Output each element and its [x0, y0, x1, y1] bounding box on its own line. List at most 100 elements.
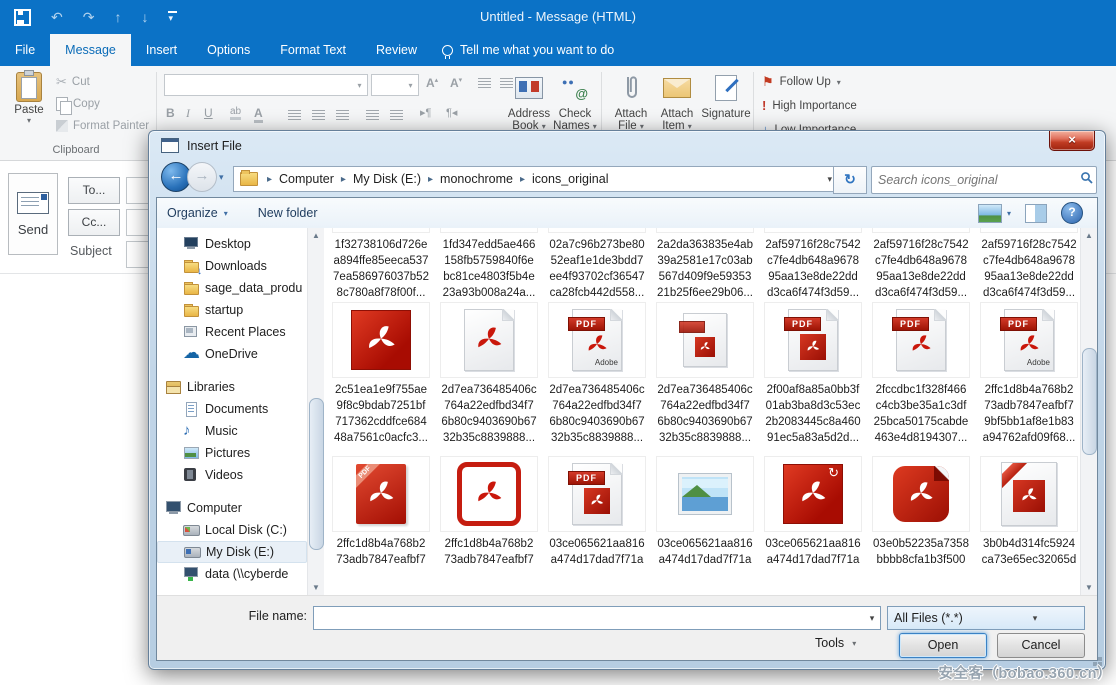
file-tile[interactable]: PDFAdobe2ffc1d8b4a768b273adb7847eafbf79b… — [980, 302, 1078, 446]
sidebar-item-sage-data-produ[interactable]: sage_data_produ — [157, 277, 307, 299]
file-tile[interactable]: PDF2ffc1d8b4a768b273adb7847eafbf7 — [332, 456, 430, 568]
address-book[interactable]: AddressBook ▾ — [506, 70, 552, 132]
move-down-icon[interactable]: ↓ — [141, 10, 148, 24]
help-button[interactable]: ? — [1061, 202, 1083, 224]
grow-font-icon[interactable]: A▴ — [426, 76, 438, 90]
sidebar-item-music[interactable]: ♪Music — [157, 420, 307, 442]
file-tile[interactable]: 1f32738106d726ea894ffe85eeca5377ea586976… — [332, 228, 430, 301]
file-name-combo[interactable]: ▾ — [313, 606, 881, 630]
file-tile[interactable]: PDF2fccdbc1f328f466c4cb3be35a1c3df25bca5… — [872, 302, 970, 446]
file-tile[interactable]: 02a7c96b273be8052eaf1e1de3bdd7ee4f93702c… — [548, 228, 646, 301]
file-type-select[interactable]: All Files (*.*) ▾ — [887, 606, 1085, 630]
redo-icon[interactable]: ↷ — [83, 10, 95, 24]
sidebar-item-local-disk-c-[interactable]: Local Disk (C:) — [157, 519, 307, 541]
sidebar-scrollbar[interactable]: ▲ ▼ — [307, 228, 324, 596]
move-up-icon[interactable]: ↑ — [114, 10, 121, 24]
tab-file[interactable]: File — [0, 34, 50, 66]
file-tile[interactable]: 2af59716f28c7542c7fe4db648a967895aa13e8d… — [764, 228, 862, 301]
cut-button[interactable]: ✂ Cut — [56, 74, 90, 90]
file-tile[interactable]: 2a2da363835e4ab39a2581e17c03ab567d409f9e… — [656, 228, 754, 301]
font-color-icon[interactable]: A — [254, 106, 263, 123]
tab-insert[interactable]: Insert — [131, 34, 192, 66]
close-button[interactable]: × — [1049, 131, 1095, 151]
attach-file[interactable]: AttachFile ▾ — [608, 70, 654, 132]
file-tile[interactable]: 1fd347edd5ae466158fb5759840f6ebc81ce4803… — [440, 228, 538, 301]
align-center-icon[interactable] — [312, 110, 325, 111]
save-icon[interactable] — [14, 9, 31, 26]
open-button[interactable]: Open — [899, 633, 987, 658]
high-importance-button[interactable]: ! High Importance — [762, 98, 857, 113]
preview-pane-button[interactable] — [1025, 204, 1047, 223]
breadcrumb-item[interactable]: My Disk (E:) — [353, 172, 421, 186]
forward-button[interactable]: → — [187, 162, 217, 192]
check-names[interactable]: CheckNames ▾ — [552, 70, 598, 132]
breadcrumb-item[interactable]: Computer — [279, 172, 334, 186]
refresh-button[interactable]: ↻ — [833, 166, 867, 194]
file-tile[interactable]: 2d7ea736485406c764a22edfbd34f76b80c94036… — [440, 302, 538, 446]
file-tile[interactable]: PDFAdobe2d7ea736485406c764a22edfbd34f76b… — [548, 302, 646, 446]
signature-button[interactable]: Signature — [698, 70, 754, 120]
highlight-icon[interactable]: ab — [230, 106, 241, 120]
follow-up-button[interactable]: ⚑ Follow Up ▾ — [762, 74, 841, 90]
search-icon[interactable] — [1076, 171, 1096, 189]
paste-button[interactable]: Paste ▾ — [6, 70, 52, 132]
tab-message[interactable]: Message — [50, 34, 131, 66]
sidebar-item-computer[interactable]: Computer — [157, 497, 307, 519]
bullets-icon[interactable] — [478, 78, 491, 79]
file-name-dropdown-icon[interactable]: ▾ — [864, 607, 880, 629]
align-right-icon[interactable] — [336, 110, 349, 111]
breadcrumb-item[interactable]: monochrome — [440, 172, 513, 186]
scroll-down-icon[interactable]: ▼ — [1081, 580, 1097, 596]
file-name-input[interactable] — [314, 607, 864, 629]
new-folder-button[interactable]: New folder — [248, 206, 328, 220]
tools-button[interactable]: Tools▾ — [815, 636, 856, 650]
tab-review[interactable]: Review — [361, 34, 432, 66]
paste-dropdown-arrow[interactable]: ▾ — [6, 116, 52, 125]
breadcrumb[interactable]: ▸Computer▸My Disk (E:)▸monochrome▸icons_… — [233, 166, 841, 192]
file-tile[interactable]: 03ce065621aa816a474d17dad7f71a — [656, 456, 754, 568]
views-button[interactable]: ▾ — [978, 204, 1011, 223]
shrink-font-icon[interactable]: A▾ — [450, 76, 462, 90]
font-size-combo[interactable]: ▾ — [371, 74, 419, 96]
file-tile[interactable]: 2af59716f28c7542c7fe4db648a967895aa13e8d… — [872, 228, 970, 301]
sidebar-item-startup[interactable]: startup — [157, 299, 307, 321]
format-painter-button[interactable]: Format Painter — [56, 120, 149, 132]
file-tile[interactable]: 2c51ea1e9f755ae9f8c9bdab7251bf717362cddf… — [332, 302, 430, 446]
rtl-direction-icon[interactable]: ¶◂ — [446, 106, 457, 119]
italic-icon[interactable]: I — [186, 106, 190, 121]
ltr-direction-icon[interactable]: ▸¶ — [420, 106, 431, 119]
cc-button[interactable]: Cc... — [68, 209, 120, 236]
file-tile[interactable]: 03e0b52235a7358bbbb8cfa1b3f500 — [872, 456, 970, 568]
sidebar-item-data-cyberde[interactable]: data (\\cyberde — [157, 563, 307, 585]
scroll-up-icon[interactable]: ▲ — [1081, 228, 1097, 244]
search-box[interactable] — [871, 166, 1097, 194]
file-tile[interactable]: 2d7ea736485406c764a22edfbd34f76b80c94036… — [656, 302, 754, 446]
scroll-down-icon[interactable]: ▼ — [308, 580, 324, 596]
tell-me-box[interactable]: Tell me what you want to do — [442, 34, 614, 66]
bold-icon[interactable]: B — [166, 106, 175, 120]
search-input[interactable] — [872, 173, 1076, 187]
tab-format-text[interactable]: Format Text — [265, 34, 361, 66]
file-tile[interactable]: PDF03ce065621aa816a474d17dad7f71a — [548, 456, 646, 568]
sidebar-item-my-disk-e-[interactable]: My Disk (E:) — [157, 541, 307, 563]
sidebar-item-pictures[interactable]: Pictures — [157, 442, 307, 464]
sidebar-item-desktop[interactable]: Desktop — [157, 233, 307, 255]
sidebar-item-onedrive[interactable]: ☁OneDrive — [157, 343, 307, 365]
scroll-up-icon[interactable]: ▲ — [308, 228, 324, 244]
copy-button[interactable]: Copy — [56, 97, 100, 111]
send-button[interactable]: Send — [8, 173, 58, 255]
file-list-scrollbar[interactable]: ▲ ▼ — [1080, 228, 1097, 596]
customize-quick-access-icon[interactable]: ▾ — [168, 11, 173, 23]
undo-icon[interactable]: ↶ — [51, 10, 63, 24]
organize-button[interactable]: Organize▾ — [157, 206, 238, 220]
breadcrumb-item[interactable]: icons_original — [532, 172, 608, 186]
tab-options[interactable]: Options — [192, 34, 265, 66]
scrollbar-thumb[interactable] — [1082, 348, 1097, 455]
file-tile[interactable]: PDF2f00af8a85a0bb3f01ab3ba8d3c53ec2b2083… — [764, 302, 862, 446]
recent-pages-arrow-icon[interactable]: ▾ — [219, 172, 224, 183]
scrollbar-thumb[interactable] — [309, 398, 324, 550]
sidebar-item-recent-places[interactable]: Recent Places — [157, 321, 307, 343]
increase-indent-icon[interactable] — [390, 110, 403, 111]
cancel-button[interactable]: Cancel — [997, 633, 1085, 658]
sidebar-item-videos[interactable]: Videos — [157, 464, 307, 486]
